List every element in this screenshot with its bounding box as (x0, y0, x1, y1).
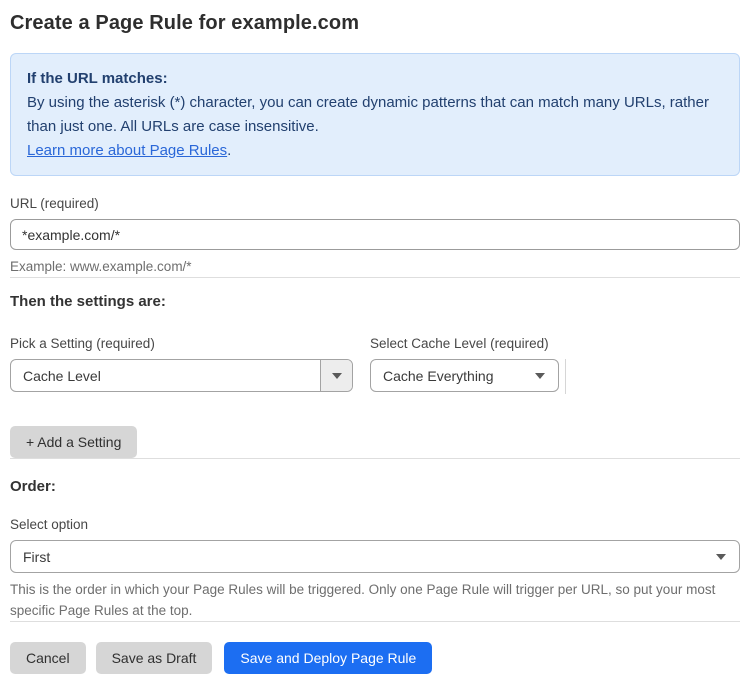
footer-buttons: Cancel Save as Draft Save and Deploy Pag… (10, 642, 740, 674)
page-title: Create a Page Rule for example.com (10, 12, 360, 34)
chevron-down-icon (535, 372, 545, 379)
section-divider (10, 277, 740, 278)
setting-select-arrow-button[interactable] (320, 360, 352, 391)
url-example-helper: Example: www.example.com/* (10, 259, 192, 274)
settings-row: Pick a Setting (required) Cache Level Se… (10, 336, 740, 394)
order-select[interactable]: First (10, 540, 740, 573)
cell-divider (565, 359, 566, 394)
url-field-label: URL (required) (10, 196, 99, 211)
page-rule-form: Create a Page Rule for example.com If th… (0, 0, 750, 674)
setting-picker-column: Pick a Setting (required) Cache Level (10, 336, 353, 392)
cache-level-wrap: Cache Everything (370, 359, 566, 394)
add-setting-button[interactable]: + Add a Setting (10, 426, 138, 458)
order-section-heading: Order: (10, 478, 56, 495)
order-select-label: Select option (10, 517, 89, 532)
order-helper-text: This is the order in which your Page Rul… (10, 582, 716, 618)
cache-level-label: Select Cache Level (required) (370, 336, 549, 351)
cache-level-column: Select Cache Level (required) Cache Ever… (370, 336, 566, 394)
setting-select-value: Cache Level (23, 367, 101, 384)
cache-level-caret-wrap (535, 372, 558, 379)
info-box-body: By using the asterisk (*) character, you… (27, 94, 709, 135)
section-divider (10, 458, 740, 459)
save-as-draft-button[interactable]: Save as Draft (95, 642, 213, 674)
cache-level-select[interactable]: Cache Everything (370, 359, 559, 392)
chevron-down-icon (716, 553, 726, 560)
url-match-info-box: If the URL matches: By using the asteris… (10, 53, 740, 176)
setting-picker-label: Pick a Setting (required) (10, 336, 155, 351)
section-divider (10, 621, 740, 622)
info-box-heading: If the URL matches: (27, 70, 168, 87)
chevron-down-icon (331, 372, 342, 379)
info-box-link-line: Learn more about Page Rules. (27, 139, 723, 163)
order-caret-wrap (716, 553, 739, 560)
save-and-deploy-button[interactable]: Save and Deploy Page Rule (224, 642, 433, 674)
cache-level-select-value: Cache Everything (383, 367, 494, 384)
link-suffix: . (227, 142, 232, 159)
settings-section-heading: Then the settings are: (10, 293, 166, 310)
learn-more-link[interactable]: Learn more about Page Rules (27, 142, 227, 159)
order-select-value: First (23, 548, 51, 565)
setting-select[interactable]: Cache Level (10, 359, 353, 392)
url-input[interactable] (10, 219, 740, 250)
cancel-button[interactable]: Cancel (10, 642, 86, 674)
